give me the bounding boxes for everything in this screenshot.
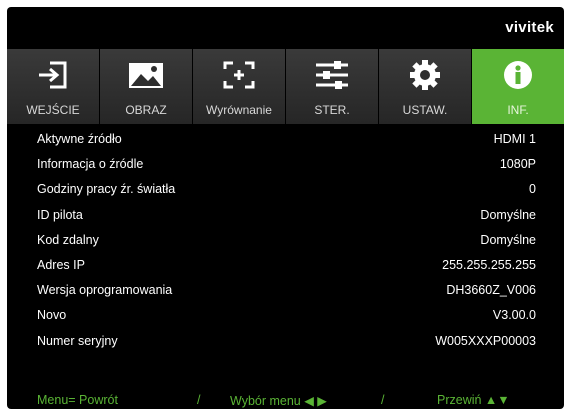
info-label: Godziny pracy źr. światła [37,182,176,197]
info-label: Kod zdalny [37,232,99,247]
tab-setup[interactable]: USTAW. [379,49,472,124]
tab-label: OBRAZ [125,103,167,117]
info-row-light-hours: Godziny pracy źr. światła 0 [7,177,564,202]
info-value: Domyślne [480,232,536,247]
info-row-active-source: Aktywne źródło HDMI 1 [7,127,564,152]
info-value: V3.00.0 [492,308,536,323]
info-value: Domyślne [480,207,536,222]
info-label: Adres IP [37,257,85,272]
input-icon [36,59,70,91]
sliders-icon [314,59,350,91]
menu-tabs: WEJŚCIE OBRAZ Wyrównanie STER. USTAW. IN… [7,49,564,124]
tab-label: Wyrównanie [206,103,272,117]
info-label: Wersja oprogramowania [37,283,173,298]
footer-menu-hint: Menu= Powrót [37,393,118,407]
tab-image[interactable]: OBRAZ [100,49,193,124]
info-value: DH3660Z_V006 [446,283,536,298]
info-value: 255.255.255.255 [442,257,536,272]
footer-scroll-hint: Przewiń ▲▼ [437,393,510,407]
info-row-remote-code: Kod zdalny Domyślne [7,228,564,253]
info-value: HDMI 1 [493,132,536,146]
tab-label: WEJŚCIE [26,103,80,117]
tab-label: STER. [314,103,350,117]
info-label: Novo [37,308,67,323]
info-value: W005XXXP00003 [435,333,536,348]
alignment-icon [222,59,256,91]
tab-control[interactable]: STER. [286,49,379,124]
tab-label: USTAW. [402,103,448,117]
image-icon [127,59,165,91]
info-row-serial: Numer seryjny W005XXXP00003 [7,329,564,354]
tab-alignment[interactable]: Wyrównanie [193,49,286,124]
info-row-ip-address: Adres IP 255.255.255.255 [7,253,564,278]
tab-input[interactable]: WEJŚCIE [7,49,100,124]
info-value: 0 [529,182,536,197]
info-label: ID pilota [37,207,83,222]
info-row-firmware: Wersja oprogramowania DH3660Z_V006 [7,278,564,303]
gear-icon [409,59,441,91]
info-row-source-info: Informacja o źródle 1080P [7,152,564,177]
footer-select-hint: Wybór menu ◀ ▶ [230,394,327,408]
info-list: Aktywne źródło HDMI 1 Informacja o źródl… [7,127,564,354]
info-value: 1080P [499,157,536,172]
brand-logo: vivitek [505,19,554,36]
osd-menu: vivitek WEJŚCIE OBRAZ Wyrównanie STER. U… [7,7,564,409]
footer-hints: Menu= Powrót / Wybór menu ◀ ▶ / Przewiń … [7,393,564,409]
info-icon [502,59,534,91]
tab-label: INF. [507,103,529,117]
info-label: Informacja o źródle [37,157,144,172]
tab-info[interactable]: INF. [472,49,564,124]
info-row-novo: Novo V3.00.0 [7,303,564,328]
info-row-remote-id: ID pilota Domyślne [7,203,564,228]
footer-separator: / [197,393,201,407]
info-label: Aktywne źródło [37,132,122,146]
footer-separator: / [381,393,385,407]
info-label: Numer seryjny [37,333,118,348]
